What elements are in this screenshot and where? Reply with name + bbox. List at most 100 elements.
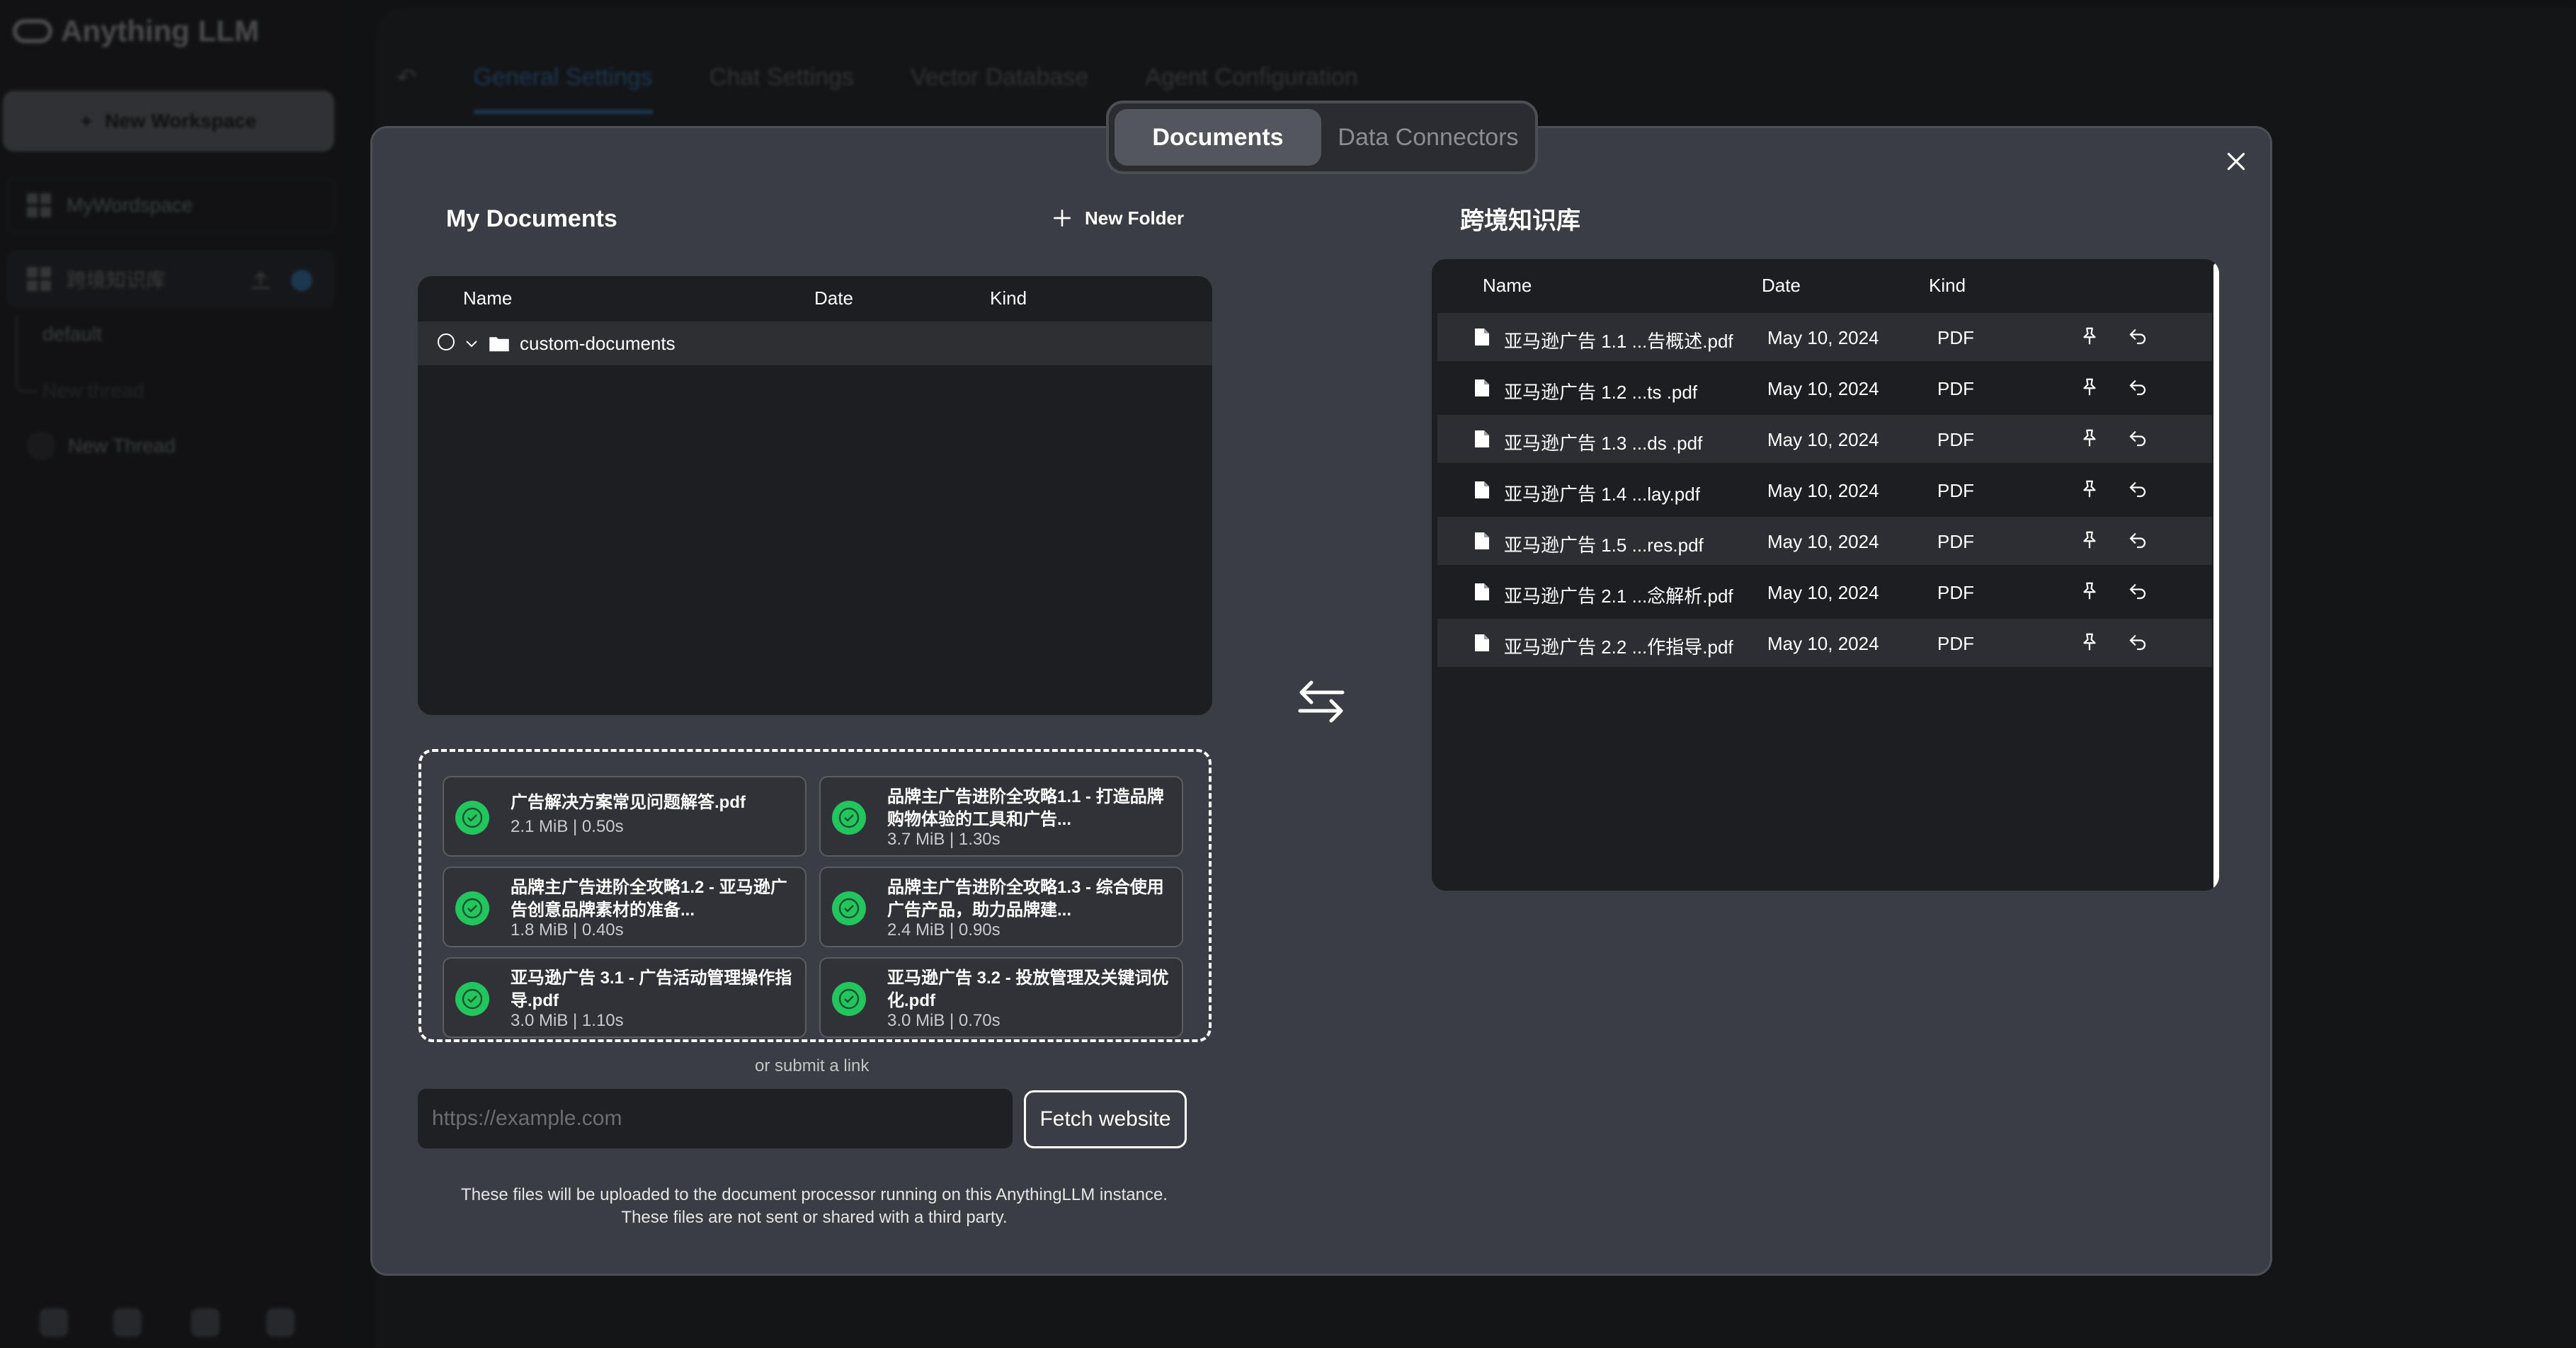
remove-undo-icon[interactable] <box>2127 326 2148 347</box>
upload-file-name: 品牌主广告进阶全攻略1.2 - 亚马逊广告创意品牌素材的准备... <box>511 878 787 920</box>
tab-documents[interactable]: Documents <box>1115 109 1321 166</box>
file-icon <box>1475 481 1489 498</box>
upload-file-card: 广告解决方案常见问题解答.pdf 2.1 MiB | 0.50s <box>443 776 807 857</box>
check-circle-icon <box>455 982 489 1016</box>
workspace-doc-row[interactable]: 亚马逊广告 1.5 ...res.pdf May 10, 2024 PDF <box>1437 517 2212 565</box>
remove-undo-icon[interactable] <box>2127 377 2148 398</box>
upload-file-meta: 1.8 MiB | 0.40s <box>511 920 624 939</box>
upload-file-meta: 3.0 MiB | 0.70s <box>887 1011 1001 1030</box>
doc-kind: PDF <box>1937 582 1974 603</box>
workspace-doc-row[interactable]: 亚马逊广告 2.1 ...念解析.pdf May 10, 2024 PDF <box>1437 568 2212 616</box>
chevron-down-icon[interactable] <box>463 335 480 352</box>
doc-kind: PDF <box>1937 327 1974 348</box>
pin-icon[interactable] <box>2079 530 2100 551</box>
pin-icon[interactable] <box>2079 326 2100 347</box>
doc-name: 亚马逊广告 2.1 ...念解析.pdf <box>1504 586 1733 607</box>
upload-file-meta: 3.7 MiB | 1.30s <box>887 830 1001 849</box>
pin-icon[interactable] <box>2079 632 2100 653</box>
folder-row[interactable]: custom-documents <box>418 321 1212 365</box>
check-circle-icon <box>832 801 866 835</box>
doc-name: 亚马逊广告 1.1 ...告概述.pdf <box>1504 331 1733 352</box>
doc-date: May 10, 2024 <box>1767 327 1879 348</box>
upload-dropzone[interactable]: 广告解决方案常见问题解答.pdf 2.1 MiB | 0.50s 品牌主广告进阶… <box>418 749 1212 1042</box>
my-documents-title: My Documents <box>446 205 617 232</box>
remove-undo-icon[interactable] <box>2127 479 2148 500</box>
upload-file-name: 广告解决方案常见问题解答.pdf <box>511 793 746 812</box>
pin-icon[interactable] <box>2079 581 2100 602</box>
check-circle-icon <box>832 982 866 1016</box>
doc-name: 亚马逊广告 1.5 ...res.pdf <box>1504 535 1704 556</box>
upload-file-meta: 2.4 MiB | 0.90s <box>887 920 1001 939</box>
upload-file-meta: 3.0 MiB | 1.10s <box>511 1011 624 1030</box>
column-header-name: Name <box>463 287 513 309</box>
upload-file-card: 亚马逊广告 3.2 - 投放管理及关键词优化.pdf 3.0 MiB | 0.7… <box>819 957 1183 1038</box>
check-circle-icon <box>455 801 489 835</box>
doc-name: 亚马逊广告 2.2 ...作指导.pdf <box>1504 636 1733 658</box>
new-folder-button[interactable]: New Folder <box>1051 207 1184 229</box>
scrollbar[interactable] <box>2213 263 2219 891</box>
pin-icon[interactable] <box>2079 479 2100 500</box>
upload-disclaimer: These files will be uploaded to the docu… <box>425 1184 1204 1229</box>
column-header-date: Date <box>814 287 853 309</box>
submit-link-label: or submit a link <box>755 1056 870 1075</box>
upload-file-card: 品牌主广告进阶全攻略1.3 - 综合使用广告产品，助力品牌建... 2.4 Mi… <box>819 867 1183 947</box>
workspace-doc-row[interactable]: 亚马逊广告 1.1 ...告概述.pdf May 10, 2024 PDF <box>1437 313 2212 361</box>
doc-date: May 10, 2024 <box>1767 378 1879 399</box>
doc-name: 亚马逊广告 1.3 ...ds .pdf <box>1504 433 1703 454</box>
doc-date: May 10, 2024 <box>1767 531 1879 552</box>
file-icon <box>1475 532 1489 549</box>
remove-undo-icon[interactable] <box>2127 581 2148 602</box>
tab-data-connectors[interactable]: Data Connectors <box>1327 109 1529 166</box>
column-header-name: Name <box>1483 275 1532 296</box>
doc-name: 亚马逊广告 1.2 ...ts .pdf <box>1504 382 1698 403</box>
remove-undo-icon[interactable] <box>2127 428 2148 449</box>
check-circle-icon <box>455 891 489 925</box>
pin-icon[interactable] <box>2079 377 2100 398</box>
file-icon <box>1475 583 1489 600</box>
workspace-documents-table: Name Date Kind 亚马逊广告 1.1 ...告概述.pdf May … <box>1432 259 2219 891</box>
folder-icon <box>489 337 509 352</box>
upload-file-meta: 2.1 MiB | 0.50s <box>511 817 624 836</box>
column-header-kind: Kind <box>1929 275 1966 296</box>
folder-checkbox[interactable] <box>438 333 455 350</box>
doc-kind: PDF <box>1937 531 1974 552</box>
check-circle-icon <box>832 891 866 925</box>
pin-icon[interactable] <box>2079 428 2100 449</box>
workspace-title: 跨境知识库 <box>1460 207 1580 234</box>
folder-name: custom-documents <box>520 333 676 354</box>
workspace-doc-row[interactable]: 亚马逊广告 1.2 ...ts .pdf May 10, 2024 PDF <box>1437 364 2212 412</box>
new-folder-label: New Folder <box>1085 207 1185 229</box>
upload-file-name: 品牌主广告进阶全攻略1.1 - 打造品牌购物体验的工具和广告... <box>887 787 1164 829</box>
close-icon[interactable] <box>2223 149 2249 174</box>
upload-file-name: 亚马逊广告 3.1 - 广告活动管理操作指导.pdf <box>511 969 792 1010</box>
upload-file-card: 亚马逊广告 3.1 - 广告活动管理操作指导.pdf 3.0 MiB | 1.1… <box>443 957 807 1038</box>
url-input[interactable] <box>418 1089 1013 1148</box>
column-header-kind: Kind <box>990 287 1027 309</box>
file-icon <box>1475 430 1489 447</box>
remove-undo-icon[interactable] <box>2127 632 2148 653</box>
upload-file-name: 亚马逊广告 3.2 - 投放管理及关键词优化.pdf <box>887 969 1169 1010</box>
upload-file-card: 品牌主广告进阶全攻略1.1 - 打造品牌购物体验的工具和广告... 3.7 Mi… <box>819 776 1183 857</box>
remove-undo-icon[interactable] <box>2127 530 2148 551</box>
file-icon <box>1475 634 1489 651</box>
workspace-doc-row[interactable]: 亚马逊广告 1.4 ...lay.pdf May 10, 2024 PDF <box>1437 466 2212 514</box>
fetch-website-button[interactable]: Fetch website <box>1024 1090 1187 1148</box>
doc-date: May 10, 2024 <box>1767 429 1879 450</box>
doc-name: 亚马逊广告 1.4 ...lay.pdf <box>1504 484 1700 505</box>
plus-icon <box>1054 210 1071 227</box>
workspace-doc-row[interactable]: 亚马逊广告 2.2 ...作指导.pdf May 10, 2024 PDF <box>1437 619 2212 667</box>
doc-kind: PDF <box>1937 633 1974 654</box>
doc-kind: PDF <box>1937 378 1974 399</box>
modal-tab-switcher: Documents Data Connectors <box>1106 101 1538 174</box>
doc-date: May 10, 2024 <box>1767 582 1879 603</box>
doc-kind: PDF <box>1937 480 1974 501</box>
disclaimer-line-1: These files will be uploaded to the docu… <box>461 1185 1168 1204</box>
file-icon <box>1475 379 1489 396</box>
disclaimer-line-2: These files are not sent or shared with … <box>621 1208 1008 1227</box>
upload-file-card: 品牌主广告进阶全攻略1.2 - 亚马逊广告创意品牌素材的准备... 1.8 Mi… <box>443 867 807 947</box>
workspace-doc-row[interactable]: 亚马逊广告 1.3 ...ds .pdf May 10, 2024 PDF <box>1437 415 2212 463</box>
doc-kind: PDF <box>1937 429 1974 450</box>
column-header-date: Date <box>1762 275 1801 296</box>
upload-file-name: 品牌主广告进阶全攻略1.3 - 综合使用广告产品，助力品牌建... <box>887 878 1164 920</box>
my-documents-table: Name Date Kind custom-documents <box>418 276 1212 715</box>
